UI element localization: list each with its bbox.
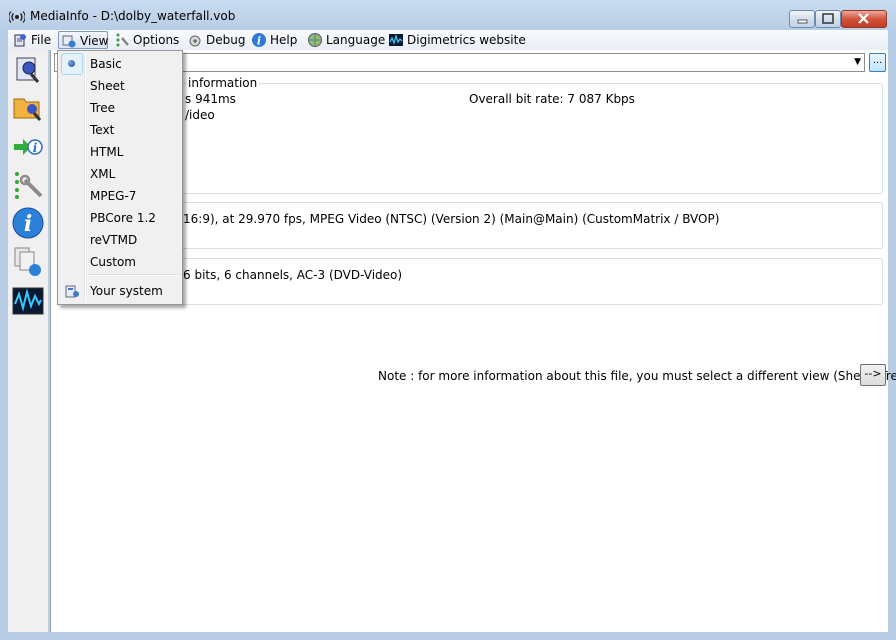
svg-text:i: i — [257, 35, 261, 48]
knowledge-base-icon[interactable] — [11, 244, 45, 278]
audio-description: 6 bits, 6 channels, AC-3 (DVD-Video) — [183, 268, 403, 282]
view-menu-tree[interactable]: Tree — [60, 97, 180, 119]
view-menu-html[interactable]: HTML — [60, 141, 180, 163]
digimetrics-icon — [389, 33, 403, 46]
menu-file[interactable]: File — [10, 31, 54, 49]
general-group-title: information — [186, 76, 260, 90]
svg-text:i: i — [24, 211, 32, 237]
chevron-down-icon[interactable]: ▼ — [854, 57, 861, 67]
view-menu-sheet[interactable]: Sheet — [60, 75, 180, 97]
general-format: /ideo — [185, 108, 215, 122]
export-icon[interactable]: i — [11, 130, 45, 164]
maximize-button[interactable] — [815, 10, 841, 28]
view-menu-revtmd[interactable]: reVTMD — [60, 229, 180, 251]
your-system-icon — [65, 285, 79, 298]
window-title: MediaInfo - D:\dolby_waterfall.vob — [30, 9, 236, 23]
digimetrics-logo-icon[interactable] — [11, 284, 45, 318]
view-menu-mpeg7[interactable]: MPEG-7 — [60, 185, 180, 207]
open-folder-icon[interactable] — [11, 90, 45, 124]
mediainfo-app-icon — [9, 11, 25, 23]
radio-bullet-icon — [68, 60, 75, 67]
menu-digimetrics-website[interactable]: Digimetrics website — [386, 31, 526, 49]
view-menu-pbcore[interactable]: PBCore 1.2 — [60, 207, 180, 229]
menu-bar: File View Options Debug i Help Language … — [8, 30, 888, 50]
minimize-icon — [797, 19, 808, 24]
title-bar[interactable]: MediaInfo - D:\dolby_waterfall.vob — [0, 0, 896, 30]
view-menu-your-system[interactable]: Your system — [60, 280, 180, 302]
view-note: Note : for more information about this f… — [378, 369, 896, 383]
menu-separator — [87, 274, 179, 276]
view-menu-custom[interactable]: Custom — [60, 251, 180, 273]
file-icon — [14, 34, 26, 47]
debug-icon — [189, 35, 201, 47]
view-icon — [62, 35, 76, 48]
view-menu-dropdown: Basic Sheet Tree Text HTML XML MPEG-7 PB… — [57, 50, 183, 305]
maximize-icon — [822, 13, 834, 24]
about-icon[interactable]: i — [11, 206, 45, 240]
menu-options[interactable]: Options — [112, 31, 180, 49]
help-icon: i — [252, 33, 266, 48]
menu-debug[interactable]: Debug — [185, 31, 245, 49]
mediainfo-window: MediaInfo - D:\dolby_waterfall.vob File — [0, 0, 896, 640]
language-icon — [308, 33, 322, 47]
menu-view[interactable]: View — [58, 31, 108, 49]
preferences-icon[interactable] — [11, 168, 45, 202]
options-icon — [116, 33, 129, 47]
video-description: 16:9), at 29.970 fps, MPEG Video (NTSC) … — [183, 212, 720, 226]
minimize-button[interactable] — [789, 10, 815, 28]
menu-help[interactable]: i Help — [249, 31, 299, 49]
view-menu-basic[interactable]: Basic — [60, 53, 180, 75]
browse-button[interactable]: ... — [869, 53, 886, 72]
general-duration: s 941ms — [185, 92, 236, 106]
svg-text:i: i — [33, 141, 38, 155]
close-button[interactable] — [841, 10, 887, 28]
open-file-icon[interactable] — [11, 52, 45, 86]
close-icon — [858, 13, 869, 24]
change-view-button[interactable]: --> — [860, 364, 886, 386]
menu-language[interactable]: Language — [305, 31, 385, 49]
view-menu-text[interactable]: Text — [60, 119, 180, 141]
view-menu-xml[interactable]: XML — [60, 163, 180, 185]
left-toolbar: i i — [8, 50, 48, 632]
general-bitrate: Overall bit rate: 7 087 Kbps — [469, 92, 635, 106]
